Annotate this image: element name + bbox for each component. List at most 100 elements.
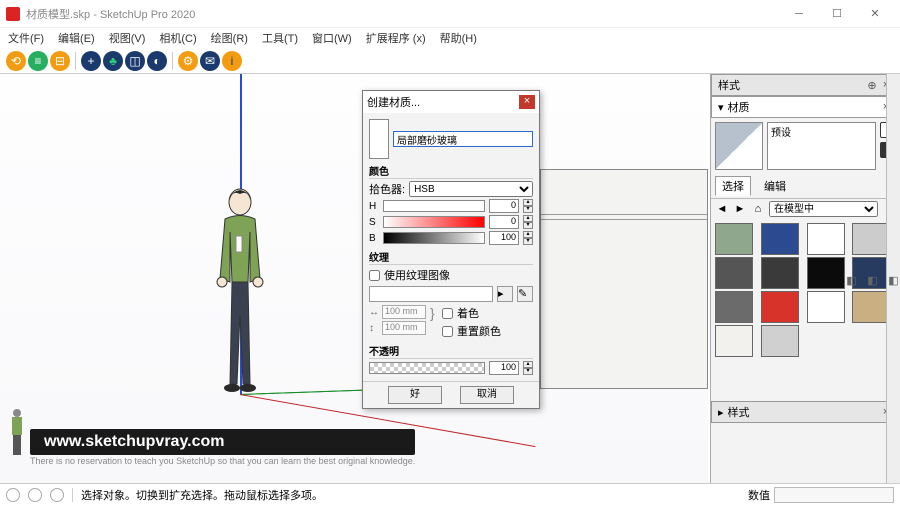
bright-spinner[interactable]: ▴▾ <box>523 231 533 245</box>
toolbar-icon[interactable]: ⟲ <box>6 51 26 71</box>
material-swatch[interactable] <box>761 325 799 357</box>
menu-help[interactable]: 帮助(H) <box>440 30 477 46</box>
material-swatches <box>711 219 900 361</box>
scale-figure <box>200 184 280 394</box>
hue-slider[interactable] <box>383 200 485 212</box>
toolbar-icon[interactable]: ✉ <box>200 51 220 71</box>
material-swatch[interactable] <box>807 257 845 289</box>
dialog-close-button[interactable]: × <box>519 95 535 109</box>
tray-tab-icon[interactable]: ◧ <box>845 274 858 287</box>
material-swatch[interactable] <box>807 223 845 255</box>
section-opacity: 不透明 <box>369 343 533 359</box>
menu-edit[interactable]: 编辑(E) <box>58 30 95 46</box>
ok-button[interactable]: 好 <box>388 386 442 404</box>
geo-icon[interactable] <box>28 488 42 502</box>
bright-slider[interactable] <box>383 232 485 244</box>
right-sidebar[interactable]: ◧ ◧ ◧ <box>886 74 900 483</box>
person-icon[interactable] <box>50 488 64 502</box>
color-picker-select[interactable]: HSB <box>409 181 533 197</box>
opacity-spinner[interactable]: ▴▾ <box>523 361 533 375</box>
tray-header[interactable]: 样式 ⊕ × <box>711 74 900 96</box>
material-swatch[interactable] <box>807 291 845 323</box>
status-text: 选择对象。切换到扩充选择。拖动鼠标选择多项。 <box>81 487 323 503</box>
material-swatch[interactable] <box>852 223 890 255</box>
tray-tab-icon[interactable]: ◧ <box>887 274 900 287</box>
material-preview[interactable] <box>715 122 763 170</box>
sat-slider[interactable] <box>383 216 485 228</box>
tex-width[interactable]: 100 mm <box>382 305 426 319</box>
logo-banner: www.sketchupvray.com There is no reserva… <box>30 429 415 467</box>
menu-extensions[interactable]: 扩展程序 (x) <box>366 30 426 46</box>
help-icon[interactable] <box>6 488 20 502</box>
menu-view[interactable]: 视图(V) <box>109 30 146 46</box>
material-swatch[interactable] <box>715 325 753 357</box>
logo-sub: There is no reservation to teach you Ske… <box>30 457 415 467</box>
home-icon[interactable]: ⌂ <box>751 203 765 215</box>
toolbar-icon[interactable]: + <box>81 51 101 71</box>
styles-header[interactable]: ▸ 样式 × <box>711 401 900 423</box>
menu-camera[interactable]: 相机(C) <box>159 30 196 46</box>
toolbar-icon[interactable]: ⚙ <box>178 51 198 71</box>
library-select[interactable]: 在模型中 <box>769 201 878 217</box>
tray-tab-icon[interactable]: ◧ <box>866 274 879 287</box>
opacity-value[interactable]: 100 <box>489 361 519 375</box>
menu-window[interactable]: 窗口(W) <box>312 30 352 46</box>
viewport[interactable]: www.sketchupvray.com There is no reserva… <box>0 74 708 483</box>
colorize-checkbox[interactable]: 着色 <box>442 305 501 321</box>
link-icon[interactable]: } <box>430 305 438 321</box>
opacity-slider[interactable] <box>369 362 485 374</box>
material-name-input[interactable] <box>393 131 533 147</box>
back-icon[interactable]: ◄ <box>715 203 729 215</box>
hue-value[interactable]: 0 <box>489 199 519 213</box>
toolbar-icon[interactable]: ◫ <box>125 51 145 71</box>
menu-draw[interactable]: 绘图(R) <box>211 30 248 46</box>
model-geometry[interactable] <box>540 169 708 389</box>
material-swatch[interactable] <box>761 223 799 255</box>
edit-texture-button[interactable]: ✎ <box>517 286 533 302</box>
texture-path-field[interactable] <box>369 286 493 302</box>
minimize-button[interactable]: ─ <box>780 0 818 28</box>
tab-select[interactable]: 选择 <box>715 176 751 196</box>
fwd-icon[interactable]: ► <box>733 203 747 215</box>
material-swatch[interactable] <box>852 291 890 323</box>
tab-edit[interactable]: 编辑 <box>757 176 793 196</box>
toolbar-icon[interactable]: ◐ <box>147 51 167 71</box>
toolbar-icon[interactable]: ♣ <box>103 51 123 71</box>
hue-spinner[interactable]: ▴▾ <box>523 199 533 213</box>
logo-url: www.sketchupvray.com <box>30 429 415 455</box>
create-material-dialog: 创建材质... × 颜色 拾色器: HSB H 0 ▴▾ S 0 ▴▾ B 10… <box>362 90 540 409</box>
status-bar: 选择对象。切换到扩充选择。拖动鼠标选择多项。 数值 <box>0 483 900 505</box>
close-button[interactable]: ✕ <box>856 0 894 28</box>
value-field[interactable] <box>774 487 894 503</box>
sat-spinner[interactable]: ▴▾ <box>523 215 533 229</box>
menu-bar: 文件(F) 编辑(E) 视图(V) 相机(C) 绘图(R) 工具(T) 窗口(W… <box>0 28 900 48</box>
menu-file[interactable]: 文件(F) <box>8 30 44 46</box>
new-material-preview <box>369 119 389 159</box>
material-swatch[interactable] <box>761 291 799 323</box>
material-header[interactable]: ▾ 材质 × <box>711 96 900 118</box>
use-texture-checkbox[interactable]: 使用纹理图像 <box>369 267 533 283</box>
tex-height[interactable]: 100 mm <box>382 321 426 335</box>
menu-tools[interactable]: 工具(T) <box>262 30 298 46</box>
window-title: 材质模型.skp - SketchUp Pro 2020 <box>26 6 780 22</box>
cancel-button[interactable]: 取消 <box>460 386 514 404</box>
value-label: 数值 <box>748 487 770 503</box>
material-swatch[interactable] <box>715 223 753 255</box>
section-texture: 纹理 <box>369 249 533 265</box>
toolbar-icon[interactable]: ⊟ <box>50 51 70 71</box>
reset-color-checkbox[interactable]: 重置颜色 <box>442 323 501 339</box>
pin-icon[interactable]: ⊕ <box>865 79 879 92</box>
material-swatch[interactable] <box>715 257 753 289</box>
dialog-title: 创建材质... <box>367 94 519 110</box>
maximize-button[interactable]: ☐ <box>818 0 856 28</box>
material-name-field[interactable]: 预设 <box>767 122 876 170</box>
sat-value[interactable]: 0 <box>489 215 519 229</box>
toolbar-icon[interactable]: i <box>222 51 242 71</box>
material-swatch[interactable] <box>761 257 799 289</box>
material-swatch[interactable] <box>715 291 753 323</box>
bright-value[interactable]: 100 <box>489 231 519 245</box>
toolbar-icon[interactable]: ≡ <box>28 51 48 71</box>
toolbar: ⟲ ≡ ⊟ + ♣ ◫ ◐ ⚙ ✉ i <box>0 48 900 74</box>
browse-texture-button[interactable]: ▸ <box>497 286 513 302</box>
app-icon <box>6 7 20 21</box>
